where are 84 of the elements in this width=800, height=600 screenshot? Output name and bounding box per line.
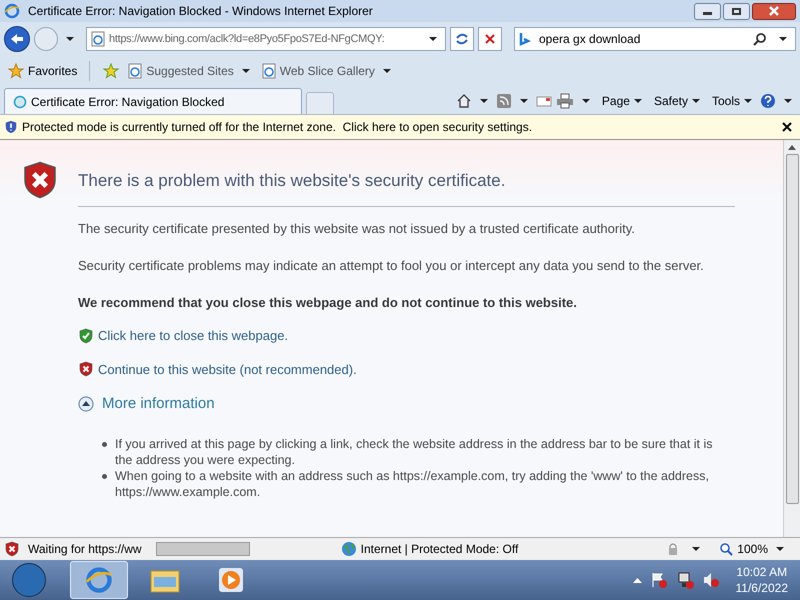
dropdown-caret-icon[interactable] [429, 37, 437, 41]
globe-icon [340, 541, 357, 557]
favorites-bar-item[interactable]: Web Slice Gallery [262, 62, 395, 80]
zone-text: Internet | Protected Mode: Off [360, 541, 518, 558]
dropdown-caret-icon[interactable] [744, 99, 752, 103]
x-shield-icon [4, 541, 20, 557]
shield-icon [4, 119, 18, 135]
close-page-link[interactable]: Click here to close this webpage. [98, 326, 288, 346]
zoom-icon [720, 542, 734, 556]
close-button[interactable] [752, 2, 796, 20]
dropdown-caret-icon[interactable] [776, 547, 784, 551]
add-favorite-star-icon[interactable] [102, 63, 120, 79]
search-icon[interactable] [753, 32, 767, 46]
browser-logo-icon [85, 566, 113, 594]
page-icon [262, 63, 276, 79]
dropdown-caret-icon[interactable] [480, 99, 488, 103]
back-arrow-icon [10, 33, 24, 45]
status-text: Waiting for https://ww [28, 541, 143, 558]
home-icon[interactable] [456, 93, 472, 109]
dropdown-caret-icon[interactable] [779, 37, 787, 41]
restore-button[interactable] [723, 2, 750, 20]
flag-icon[interactable] [650, 571, 668, 589]
dropdown-caret-icon[interactable] [66, 37, 74, 41]
error-paragraph: Security certificate problems may indicate an attempt to fool you or intercept any data you send to the server. [78, 256, 705, 274]
show-hidden-icons-arrow-icon[interactable] [632, 577, 642, 583]
dropdown-caret-icon[interactable] [382, 69, 391, 73]
stop-icon [484, 33, 496, 45]
command-menu-button[interactable]: Page [602, 92, 646, 110]
continue-link[interactable]: Continue to this website (not recommended). [98, 360, 357, 379]
browser-logo-icon [4, 3, 20, 19]
printer-icon[interactable] [556, 93, 574, 109]
bullet-icon [102, 442, 107, 446]
scrollbar-thumb[interactable] [786, 154, 798, 504]
bullet-text: If you arrived at this page by clicking a link, check the website address in the address bar to be sure that it is the address you were expecting. [115, 436, 714, 468]
clock-time: 10:02 AM [736, 564, 788, 580]
start-button[interactable] [12, 563, 46, 597]
dropdown-caret-icon[interactable] [784, 99, 792, 103]
bullet-text: When going to a website with an address such as https://example.com, try adding the 'www' to the address, https://www.example.com. [115, 468, 710, 500]
loading-icon [13, 94, 27, 108]
page-icon [128, 63, 142, 79]
info-bar-message: Protected mode is currently turned off for the Internet zone. Click here to open security settings. [22, 119, 532, 136]
taskbar-browser-button[interactable] [70, 561, 128, 599]
check-shield-icon [78, 328, 94, 344]
bullet-icon [102, 474, 107, 478]
refresh-button[interactable] [450, 27, 474, 51]
close-icon[interactable] [782, 122, 792, 132]
network-icon[interactable] [676, 571, 694, 589]
refresh-icon [455, 32, 469, 46]
dropdown-caret-icon[interactable] [692, 99, 700, 103]
info-bar[interactable]: Protected mode is currently turned off for the Internet zone. Click here to open security settings. [0, 114, 800, 139]
speaker-icon[interactable] [702, 571, 720, 589]
search-field[interactable]: opera gx download [514, 27, 796, 51]
error-heading: There is a problem with this website's security certificate. [78, 170, 506, 192]
play-icon [218, 567, 244, 593]
command-menu-button[interactable]: Safety [654, 92, 704, 110]
more-information-toggle[interactable]: More information [78, 393, 215, 416]
window-title: Certificate Error: Navigation Blocked - Windows Internet Explorer [28, 3, 373, 20]
scrollbar[interactable] [783, 140, 800, 537]
scroll-up-arrow-icon[interactable] [788, 144, 796, 150]
feed-icon[interactable] [496, 93, 512, 109]
minimize-button[interactable] [694, 2, 721, 20]
clock-date: 11/6/2022 [736, 580, 788, 596]
favorites-bar-item[interactable]: Suggested Sites [128, 62, 254, 80]
dropdown-caret-icon[interactable] [634, 99, 642, 103]
browser-tab[interactable]: Certificate Error: Navigation Blocked [4, 88, 302, 114]
dropdown-caret-icon[interactable] [242, 69, 250, 73]
b-logo-icon [519, 32, 531, 46]
back-button[interactable] [4, 26, 30, 52]
command-menu-button[interactable]: Tools [712, 92, 756, 110]
error-paragraph: The security certificate presented by this website was not issued by a trusted certificate authority. [78, 220, 636, 238]
star-icon [8, 63, 24, 79]
page-icon [91, 31, 105, 47]
address-field[interactable]: https://www.bing.com/aclk?ld=e8Pyo5FpoS7Ed-NFgCMQY: [86, 27, 446, 51]
recommendation-text: We recommend that you close this webpage and do not continue to this website. [78, 294, 578, 312]
close-icon [769, 6, 779, 16]
help-icon[interactable] [760, 93, 776, 109]
x-shield-icon [78, 361, 94, 378]
zoom-button[interactable]: 100% [720, 540, 788, 558]
dropdown-caret-icon[interactable] [520, 99, 528, 103]
mail-icon[interactable] [536, 94, 552, 108]
favorites-button[interactable]: Favorites [28, 62, 78, 80]
stop-button[interactable] [478, 27, 502, 51]
dropdown-caret-icon[interactable] [692, 547, 700, 551]
dropdown-caret-icon[interactable] [582, 99, 590, 103]
